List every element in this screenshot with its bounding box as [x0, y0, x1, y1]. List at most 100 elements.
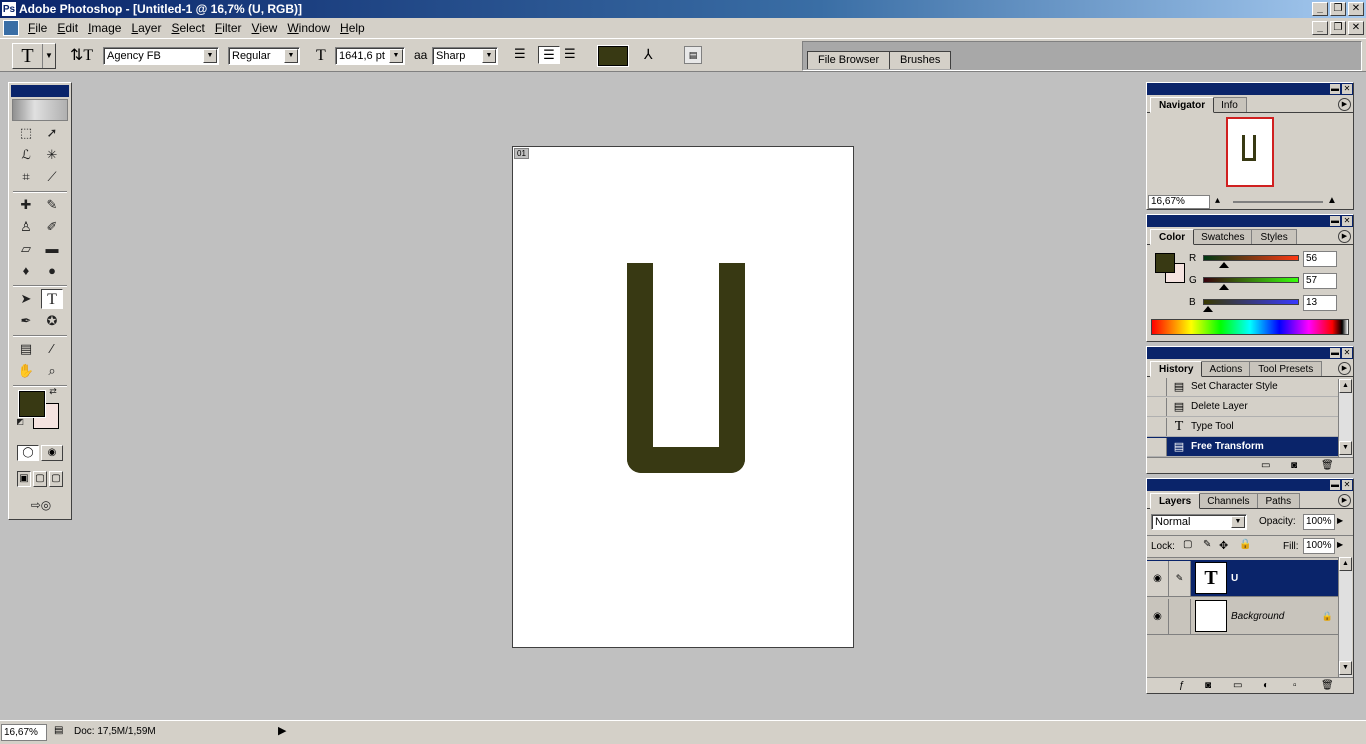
panel-close-icon[interactable]: ✕	[1342, 480, 1352, 490]
menu-select[interactable]: Select	[166, 21, 209, 35]
layers-scrollbar[interactable]: ▲ ▼	[1338, 557, 1352, 677]
menu-help[interactable]: Help	[335, 21, 370, 35]
screen-mode-full-icon[interactable]: ▢	[49, 471, 63, 487]
jump-to-imageready-icon[interactable]: ⇨◎	[19, 495, 63, 515]
channel-b-input[interactable]: 13	[1303, 295, 1337, 311]
tab-channels[interactable]: Channels	[1198, 493, 1259, 508]
color-ramp[interactable]	[1151, 319, 1349, 335]
document-info-icon[interactable]: ▤	[54, 725, 63, 736]
channel-r-slider[interactable]	[1203, 255, 1299, 261]
swap-colors-icon[interactable]: ⇄	[47, 385, 59, 397]
panel-close-icon[interactable]: ✕	[1342, 216, 1352, 226]
panel-menu-icon[interactable]: ▶	[1338, 362, 1351, 375]
opacity-arrow-icon[interactable]: ▶	[1337, 516, 1343, 525]
lock-all-icon[interactable]: 🔒	[1239, 539, 1251, 550]
font-style-select[interactable]: Regular ▼	[228, 47, 300, 65]
palettes-toggle-icon[interactable]: ▤	[684, 46, 702, 64]
warp-text-icon[interactable]: ⅄	[644, 46, 653, 63]
brush-tool-icon[interactable]: ✎	[41, 195, 63, 215]
custom-shape-tool-icon[interactable]: ✪	[41, 311, 63, 331]
tab-styles[interactable]: Styles	[1251, 229, 1297, 244]
panel-close-icon[interactable]: ✕	[1342, 348, 1352, 358]
layer-style-icon[interactable]: ƒ	[1179, 680, 1185, 691]
lock-image-icon[interactable]: ✎	[1203, 539, 1211, 550]
new-document-from-state-icon[interactable]: ▭	[1261, 460, 1270, 471]
panel-menu-icon[interactable]: ▶	[1338, 230, 1351, 243]
type-tool-icon[interactable]: T	[41, 289, 63, 309]
notes-tool-icon[interactable]: ▤	[15, 339, 37, 359]
panel-minimize-icon[interactable]: ▬	[1330, 84, 1340, 94]
status-menu-arrow-icon[interactable]: ▶	[278, 724, 286, 737]
tab-color[interactable]: Color	[1150, 229, 1195, 245]
history-snapshot-checkbox[interactable]	[1147, 377, 1167, 396]
zoom-tool-icon[interactable]: ⌕	[41, 361, 63, 381]
blend-mode-select[interactable]: Normal ▼	[1151, 514, 1247, 530]
tab-actions[interactable]: Actions	[1200, 361, 1252, 376]
menu-filter[interactable]: Filter	[210, 21, 247, 35]
screen-mode-menu-icon[interactable]: ▢	[33, 471, 47, 487]
healing-brush-tool-icon[interactable]: ✚	[15, 195, 37, 215]
path-selection-tool-icon[interactable]: ➤	[15, 289, 37, 309]
history-snapshot-checkbox[interactable]	[1147, 397, 1167, 416]
text-orientation-icon[interactable]: ⇅T	[70, 45, 93, 65]
blur-tool-icon[interactable]: ♦	[15, 261, 37, 281]
menu-edit[interactable]: Edit	[52, 21, 83, 35]
scroll-up-icon[interactable]: ▲	[1339, 379, 1352, 393]
adjustment-layer-icon[interactable]: ◐	[1263, 680, 1269, 691]
well-tab-brushes[interactable]: Brushes	[889, 51, 952, 69]
text-color-swatch[interactable]	[598, 46, 628, 66]
new-layer-icon[interactable]: ▫	[1293, 680, 1297, 691]
minimize-button[interactable]: _	[1312, 2, 1328, 16]
lock-position-icon[interactable]: ✥	[1219, 539, 1228, 552]
fill-input[interactable]: 100%	[1303, 538, 1335, 554]
tab-tool-presets[interactable]: Tool Presets	[1249, 361, 1323, 376]
brush-link-icon[interactable]: ✎	[1169, 560, 1191, 596]
scroll-up-icon[interactable]: ▲	[1339, 557, 1352, 571]
opacity-input[interactable]: 100%	[1303, 514, 1335, 530]
doc-close-button[interactable]: ✕	[1348, 21, 1364, 35]
new-set-icon[interactable]: ▭	[1233, 680, 1242, 691]
panel-close-icon[interactable]: ✕	[1342, 84, 1352, 94]
well-tab-file-browser[interactable]: File Browser	[807, 51, 891, 69]
scroll-track[interactable]	[1339, 571, 1352, 661]
restore-button[interactable]: ❐	[1330, 2, 1346, 16]
history-item-selected[interactable]: ▤ Free Transform	[1147, 437, 1339, 457]
zoom-in-icon[interactable]: ▲	[1327, 195, 1337, 206]
menu-image[interactable]: Image	[83, 21, 126, 35]
type-layer-glyph[interactable]	[627, 263, 745, 473]
history-item[interactable]: ▤ Set Character Style	[1147, 377, 1339, 397]
eye-icon[interactable]: ◉	[1147, 598, 1169, 634]
quick-mask-button[interactable]: ◉	[41, 445, 63, 461]
channel-b-thumb[interactable]	[1203, 306, 1213, 312]
tab-info[interactable]: Info	[1212, 97, 1247, 112]
history-item[interactable]: T Type Tool	[1147, 417, 1339, 437]
eyedropper-tool-icon[interactable]: ⁄	[41, 339, 63, 359]
delete-state-icon[interactable]: 🗑	[1321, 460, 1334, 471]
add-mask-icon[interactable]: ◙	[1205, 680, 1211, 691]
eye-icon[interactable]: ◉	[1147, 560, 1169, 596]
panel-menu-icon[interactable]: ▶	[1338, 494, 1351, 507]
panel-minimize-icon[interactable]: ▬	[1330, 348, 1340, 358]
history-item[interactable]: ▤ Delete Layer	[1147, 397, 1339, 417]
scroll-down-icon[interactable]: ▼	[1339, 441, 1352, 455]
channel-b-slider[interactable]	[1203, 299, 1299, 305]
adobe-online-icon[interactable]	[12, 99, 68, 121]
crop-tool-icon[interactable]: ⌗	[15, 167, 37, 187]
delete-layer-icon[interactable]: 🗑	[1321, 680, 1334, 691]
standard-mode-button[interactable]: ◯	[17, 445, 39, 461]
channel-r-thumb[interactable]	[1219, 262, 1229, 268]
foreground-color-swatch[interactable]	[1155, 253, 1175, 273]
font-size-select[interactable]: 1641,6 pt ▼	[335, 47, 405, 65]
menu-window[interactable]: Window	[282, 21, 335, 35]
panel-minimize-icon[interactable]: ▬	[1330, 216, 1340, 226]
screen-mode-standard-icon[interactable]: ▣	[17, 471, 31, 487]
panel-menu-icon[interactable]: ▶	[1338, 98, 1351, 111]
marquee-tool-icon[interactable]: ⬚	[15, 123, 37, 143]
burn-tool-icon[interactable]: ●	[41, 261, 63, 281]
tab-navigator[interactable]: Navigator	[1150, 97, 1215, 113]
document-canvas[interactable]: 01	[512, 146, 854, 648]
lock-transparent-icon[interactable]: ▢	[1183, 539, 1192, 550]
channel-g-slider[interactable]	[1203, 277, 1299, 283]
history-scrollbar[interactable]: ▲ ▼	[1338, 379, 1352, 457]
navigator-zoom-field[interactable]: 16,67%	[1148, 195, 1210, 209]
